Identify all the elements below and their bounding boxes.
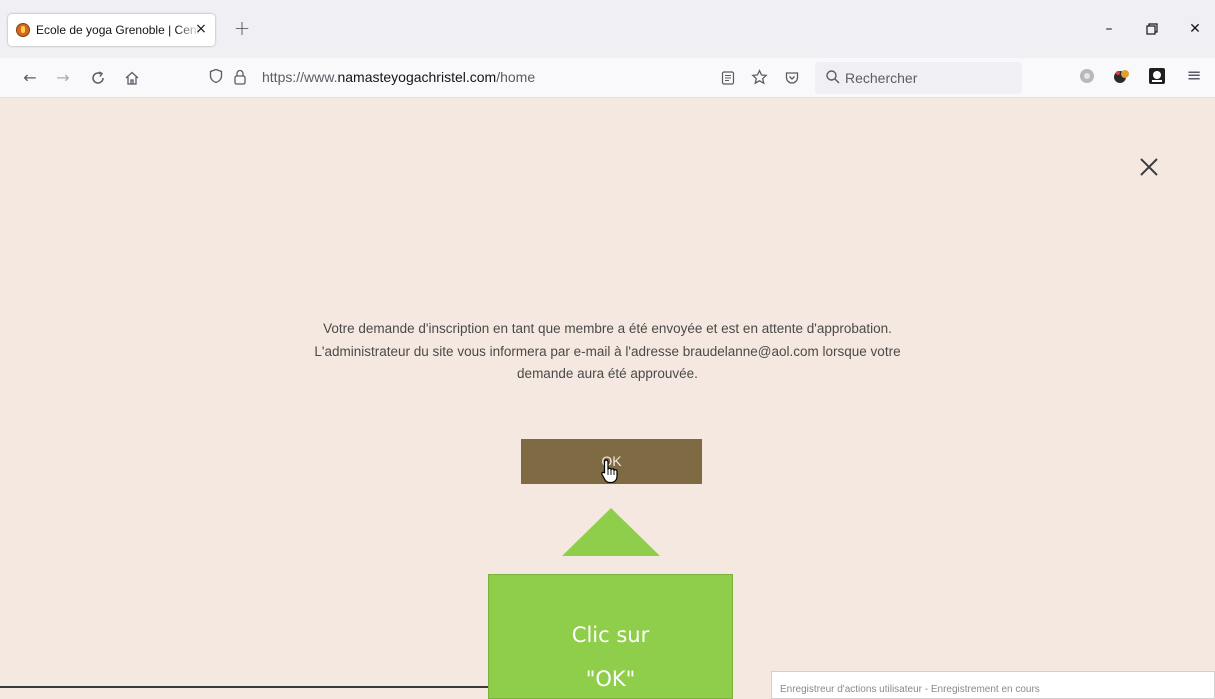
search-icon bbox=[826, 70, 840, 84]
minimize-button[interactable]: – bbox=[1097, 18, 1121, 40]
reader-view-icon bbox=[721, 71, 735, 85]
tab-title: Ecole de yoga Grenoble | Centre de yoga bbox=[36, 23, 201, 37]
dialog-close-icon[interactable] bbox=[1138, 156, 1160, 178]
pocket-icon bbox=[785, 72, 799, 84]
message-line-2: L'administrateur du site vous informera … bbox=[314, 343, 901, 359]
back-button[interactable]: ← bbox=[18, 66, 42, 90]
callout-line-2: "OK" bbox=[585, 667, 636, 691]
star-icon bbox=[750, 69, 768, 85]
lock-icon[interactable] bbox=[232, 66, 252, 86]
navigation-bar: ← → https://www.namasteyogachristel.com/… bbox=[0, 58, 1215, 98]
url-path: /home bbox=[496, 69, 536, 85]
taskbar-divider bbox=[0, 686, 488, 688]
callout-arrow bbox=[562, 508, 660, 556]
callout-line-1: Clic sur bbox=[571, 623, 650, 647]
window-close-button[interactable]: ✕ bbox=[1183, 18, 1207, 40]
url-text[interactable]: https://www.namasteyogachristel.com/home bbox=[262, 69, 535, 85]
confirmation-message: Votre demande d'inscription en tant que … bbox=[250, 318, 965, 386]
instruction-callout: Clic sur "OK" bbox=[488, 574, 733, 699]
url-scheme: https://www. bbox=[262, 69, 338, 85]
menu-button[interactable]: ≡ bbox=[1182, 64, 1206, 88]
search-placeholder: Rechercher bbox=[845, 70, 918, 86]
home-button[interactable] bbox=[120, 66, 144, 90]
browser-tab[interactable]: Ecole de yoga Grenoble | Centre de yoga … bbox=[8, 14, 215, 46]
home-icon bbox=[125, 71, 139, 85]
hand-pointer-cursor-icon bbox=[601, 459, 618, 484]
crypto-extension-icon[interactable] bbox=[1147, 66, 1167, 86]
tab-strip: Ecole de yoga Grenoble | Centre de yoga … bbox=[0, 0, 1215, 58]
settings-extension-icon[interactable] bbox=[1077, 66, 1097, 86]
search-input[interactable]: Rechercher bbox=[815, 62, 1022, 94]
pocket-button[interactable] bbox=[780, 66, 804, 90]
tab-close-icon[interactable]: × bbox=[193, 21, 209, 37]
message-line-1: Votre demande d'inscription en tant que … bbox=[323, 321, 892, 336]
tracking-protection-shield-icon[interactable] bbox=[206, 66, 226, 86]
reload-icon bbox=[92, 71, 104, 84]
restore-button[interactable] bbox=[1140, 18, 1164, 40]
site-favicon-icon bbox=[16, 23, 30, 37]
url-host: namasteyogachristel.com bbox=[337, 69, 497, 85]
reload-button[interactable] bbox=[86, 66, 110, 90]
restore-icon bbox=[1146, 23, 1158, 35]
bookmark-star-button[interactable] bbox=[747, 66, 771, 90]
recorder-status-bar: Enregistreur d'actions utilisateur - Enr… bbox=[771, 671, 1215, 699]
reader-view-button[interactable] bbox=[716, 66, 740, 90]
message-line-3: demande aura été approuvée. bbox=[517, 366, 698, 381]
yoga-extension-icon[interactable] bbox=[1112, 66, 1132, 86]
forward-button[interactable]: → bbox=[51, 66, 75, 90]
new-tab-button[interactable]: + bbox=[232, 18, 252, 38]
